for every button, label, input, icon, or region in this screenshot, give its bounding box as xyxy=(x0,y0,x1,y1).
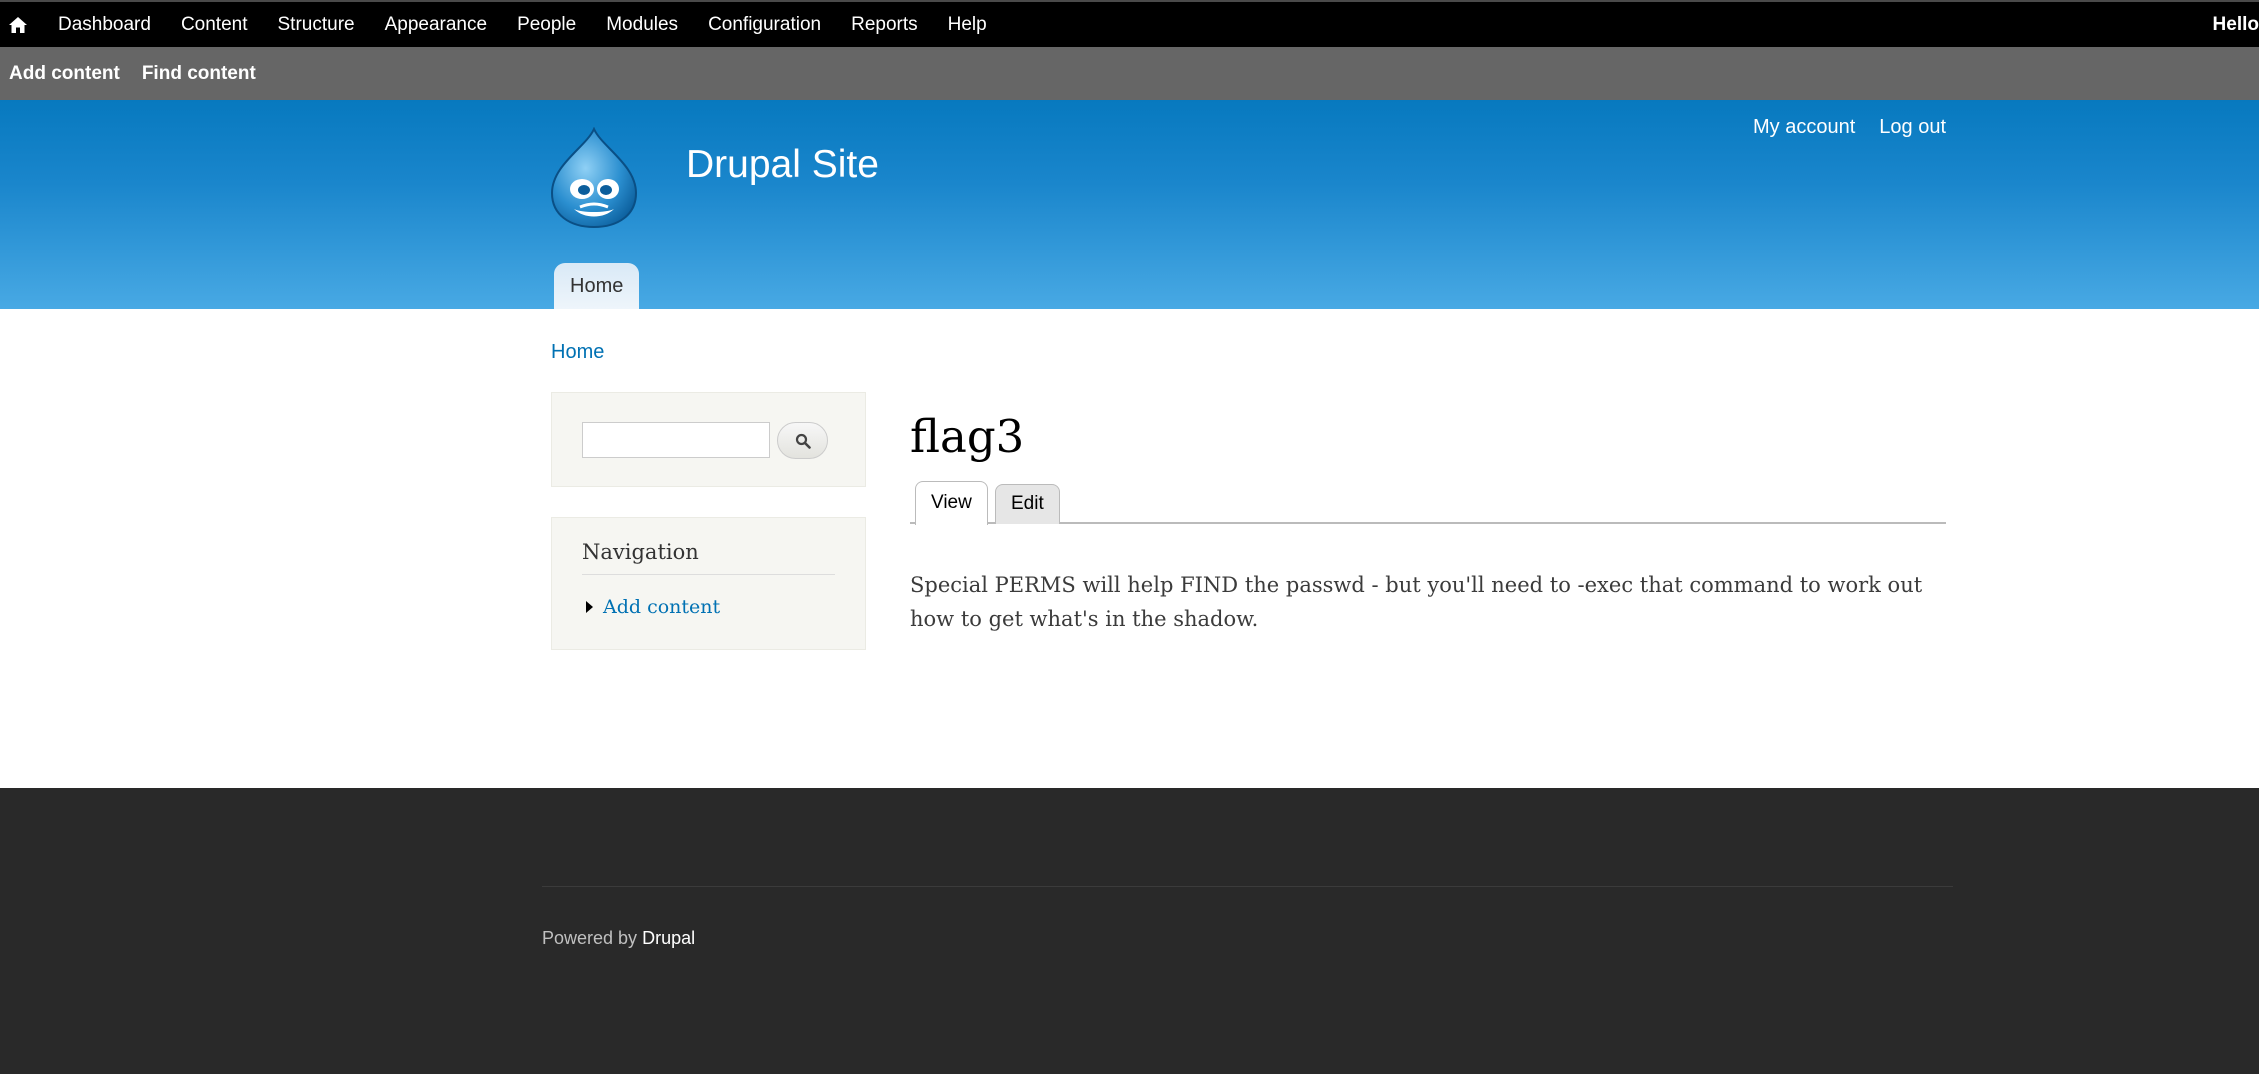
site-name[interactable]: Drupal Site xyxy=(686,143,879,187)
tab-edit[interactable]: Edit xyxy=(995,484,1060,524)
powered-by-prefix: Powered by xyxy=(542,928,638,948)
toolbar-greeting: Hello xyxy=(2212,14,2259,35)
shortcuts-bar: Add content Find content xyxy=(0,47,2259,100)
my-account-link[interactable]: My account xyxy=(1753,116,1855,139)
toolbar-item-structure[interactable]: Structure xyxy=(263,2,370,47)
toolbar-item-appearance[interactable]: Appearance xyxy=(370,2,502,47)
toolbar-item-reports[interactable]: Reports xyxy=(836,2,933,47)
nav-item-add-content[interactable]: Add content xyxy=(586,596,720,618)
toolbar-item-help[interactable]: Help xyxy=(933,2,1002,47)
nav-item-label[interactable]: Add content xyxy=(603,596,720,618)
drupal-logo[interactable] xyxy=(550,126,638,229)
toolbar-item-configuration[interactable]: Configuration xyxy=(693,2,836,47)
footer-divider xyxy=(542,886,1953,887)
toolbar-item-people[interactable]: People xyxy=(502,2,591,47)
node-body: Special PERMS will help FIND the passwd … xyxy=(910,573,1923,631)
admin-toolbar: Dashboard Content Structure Appearance P… xyxy=(0,0,2259,47)
navigation-block: Navigation Add content xyxy=(551,517,866,650)
site-footer: Powered by Drupal xyxy=(0,788,2259,1074)
shortcut-add-content[interactable]: Add content xyxy=(0,63,120,85)
toolbar-item-modules[interactable]: Modules xyxy=(591,2,693,47)
drupal-drop-icon xyxy=(550,126,638,229)
page-title: flag3 xyxy=(910,410,1025,463)
triangle-right-icon xyxy=(586,601,593,613)
shortcut-find-content[interactable]: Find content xyxy=(133,63,256,85)
toolbar-item-dashboard[interactable]: Dashboard xyxy=(43,2,166,47)
main-menu-home-tab[interactable]: Home xyxy=(554,263,640,309)
search-block xyxy=(551,392,866,487)
toolbar-item-content[interactable]: Content xyxy=(166,2,263,47)
log-out-link[interactable]: Log out xyxy=(1879,116,1946,139)
secondary-menu: My account Log out xyxy=(1729,116,1946,139)
search-icon xyxy=(795,433,811,449)
breadcrumb-home[interactable]: Home xyxy=(551,341,604,364)
navigation-title: Navigation xyxy=(582,540,835,575)
node-tabs: View Edit xyxy=(910,481,1946,525)
drupal-link[interactable]: Drupal xyxy=(642,928,695,948)
toolbar-home-icon[interactable] xyxy=(1,2,35,47)
home-icon xyxy=(9,16,27,33)
search-button[interactable] xyxy=(777,422,828,459)
toolbar-menu: Dashboard Content Structure Appearance P… xyxy=(43,2,1002,47)
powered-by: Powered by Drupal xyxy=(542,928,695,949)
search-input[interactable] xyxy=(582,422,770,458)
tab-view[interactable]: View xyxy=(915,481,988,525)
site-header: Drupal Site My account Log out Home xyxy=(0,100,2259,309)
